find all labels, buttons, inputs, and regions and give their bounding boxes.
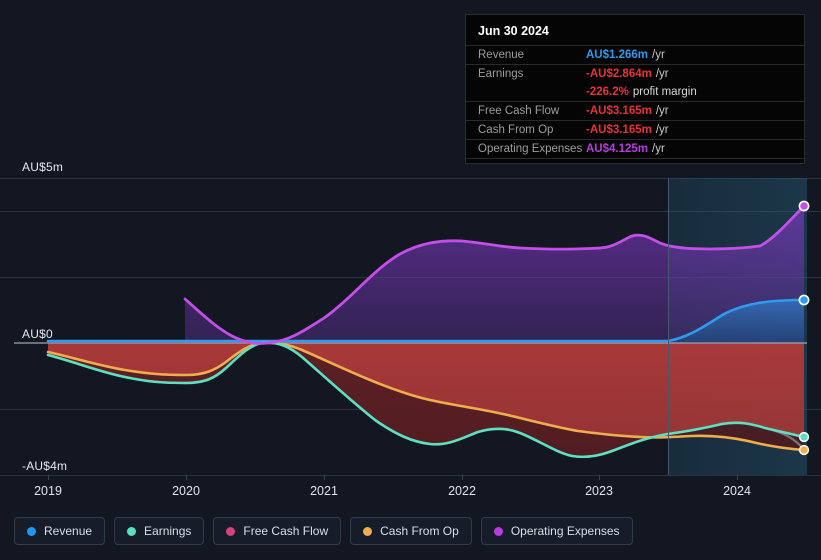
tooltip-value-cash-from-op: -AU$3.165m xyxy=(586,124,652,136)
x-axis-baseline xyxy=(14,475,807,476)
end-marker-revenue[interactable] xyxy=(798,294,810,306)
x-axis-label-2021: 2021 xyxy=(310,484,338,498)
y-axis-label-zero: AU$0 xyxy=(22,327,53,341)
tooltip-suffix-profit-margin: profit margin xyxy=(632,86,697,98)
x-axis-label-2020: 2020 xyxy=(172,484,200,498)
tooltip-label-earnings: Earnings xyxy=(478,68,524,80)
tooltip-row-cash-from-op: Cash From Op -AU$3.165m /yr xyxy=(466,120,804,139)
tooltip-value-profit-margin: -226.2% xyxy=(586,86,629,98)
end-marker-earnings[interactable] xyxy=(798,431,810,443)
tooltip-unit-earnings: /yr xyxy=(655,68,669,80)
x-tick-2021 xyxy=(324,475,325,480)
tooltip-label-free-cash-flow: Free Cash Flow xyxy=(478,105,560,117)
x-tick-2022 xyxy=(462,475,463,480)
tooltip-value-operating-expenses: AU$4.125m xyxy=(586,143,649,155)
tooltip-value-earnings: -AU$2.864m xyxy=(586,68,652,80)
tooltip-label-operating-expenses: Operating Expenses xyxy=(478,143,583,155)
tooltip-label-revenue: Revenue xyxy=(478,49,525,61)
legend-item-revenue[interactable]: Revenue xyxy=(14,517,106,545)
legend-dot-cash-from-op-icon xyxy=(363,526,373,536)
legend-label-free-cash-flow: Free Cash Flow xyxy=(243,524,329,538)
end-marker-cash-from-op[interactable] xyxy=(798,444,810,456)
tooltip-value-free-cash-flow: -AU$3.165m xyxy=(586,105,652,117)
y-axis-label-bottom: -AU$4m xyxy=(22,459,68,473)
x-axis-label-2019: 2019 xyxy=(34,484,62,498)
legend-item-cash-from-op[interactable]: Cash From Op xyxy=(350,517,472,545)
y-axis-label-top: AU$5m xyxy=(22,160,64,174)
legend-dot-revenue-icon xyxy=(27,526,36,536)
tooltip-bottom-rule xyxy=(466,158,804,159)
x-axis-label-2022: 2022 xyxy=(448,484,476,498)
legend-item-operating-expenses[interactable]: Operating Expenses xyxy=(480,517,633,545)
tooltip-row-earnings: Earnings -AU$2.864m /yr xyxy=(466,64,804,83)
end-marker-operating-expenses[interactable] xyxy=(798,200,810,212)
x-tick-2023 xyxy=(599,475,600,480)
tooltip-unit-cash-from-op: /yr xyxy=(655,124,669,136)
legend-item-free-cash-flow[interactable]: Free Cash Flow xyxy=(213,517,342,545)
x-tick-2020 xyxy=(186,475,187,480)
tooltip-row-revenue: Revenue AU$1.266m /yr xyxy=(466,45,804,64)
legend-item-earnings[interactable]: Earnings xyxy=(114,517,205,545)
tooltip-label-cash-from-op: Cash From Op xyxy=(478,124,554,136)
tooltip-unit-revenue: /yr xyxy=(652,49,665,61)
tooltip-row-operating-expenses: Operating Expenses AU$4.125m /yr xyxy=(466,139,804,158)
tooltip-row-profit-margin: -226.2% profit margin xyxy=(466,83,804,101)
forecast-divider xyxy=(668,178,669,475)
chart-tooltip: Jun 30 2024 Revenue AU$1.266m /yr Earnin… xyxy=(465,14,805,164)
legend-label-cash-from-op: Cash From Op xyxy=(380,524,459,538)
legend-label-earnings: Earnings xyxy=(144,524,192,538)
chart-legend: Revenue Earnings Free Cash Flow Cash Fro… xyxy=(14,517,633,545)
tooltip-unit-free-cash-flow: /yr xyxy=(655,105,669,117)
legend-label-operating-expenses: Operating Expenses xyxy=(510,524,620,538)
x-tick-2024 xyxy=(737,475,738,480)
tooltip-unit-operating-expenses: /yr xyxy=(652,143,665,155)
x-axis-label-2023: 2023 xyxy=(585,484,613,498)
x-tick-2019 xyxy=(48,475,49,480)
x-axis-label-2024: 2024 xyxy=(723,484,751,498)
legend-dot-earnings-icon xyxy=(127,526,137,536)
tooltip-value-revenue: AU$1.266m xyxy=(586,49,649,61)
legend-dot-operating-expenses-icon xyxy=(493,526,503,536)
tooltip-row-free-cash-flow: Free Cash Flow -AU$3.165m /yr xyxy=(466,101,804,120)
legend-label-revenue: Revenue xyxy=(44,524,93,538)
tooltip-date: Jun 30 2024 xyxy=(478,24,549,38)
legend-dot-free-cash-flow-icon xyxy=(226,526,236,536)
